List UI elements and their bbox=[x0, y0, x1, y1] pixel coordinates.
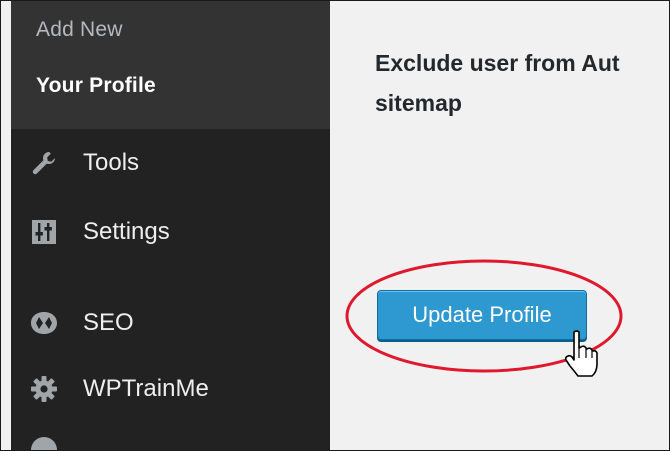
sliders-icon bbox=[29, 217, 59, 247]
sidebar-item-label: WPTrainMe bbox=[83, 375, 209, 402]
admin-sidebar: Add New Your Profile Tools Settings SEO … bbox=[11, 1, 330, 450]
sidebar-item-label: SEO bbox=[83, 309, 134, 336]
update-profile-button[interactable]: Update Profile bbox=[377, 290, 587, 340]
profile-content: Exclude user from Aut sitemap Update Pro… bbox=[331, 1, 669, 450]
sidebar-item-label: Settings bbox=[83, 218, 170, 245]
screenshot-frame: Add New Your Profile Tools Settings SEO … bbox=[0, 0, 670, 451]
hand-cursor-icon bbox=[564, 329, 598, 377]
sidebar-item-wptrainme[interactable]: WPTrainMe bbox=[11, 365, 330, 413]
sidebar-item-tools[interactable]: Tools bbox=[11, 139, 330, 187]
seo-icon bbox=[29, 308, 59, 338]
sidebar-item-settings[interactable]: Settings bbox=[11, 208, 330, 256]
submenu-your-profile[interactable]: Your Profile bbox=[36, 74, 156, 98]
sidebar-item-label: Tools bbox=[83, 149, 140, 176]
partial-menu-icon bbox=[31, 437, 57, 450]
wrench-icon bbox=[29, 148, 59, 178]
exclude-user-text: Exclude user from Aut sitemap bbox=[375, 50, 620, 116]
gear-icon bbox=[29, 374, 59, 404]
users-submenu: Add New Your Profile bbox=[11, 1, 330, 129]
sidebar-item-seo[interactable]: SEO bbox=[11, 299, 330, 347]
submenu-add-new[interactable]: Add New bbox=[36, 18, 123, 42]
